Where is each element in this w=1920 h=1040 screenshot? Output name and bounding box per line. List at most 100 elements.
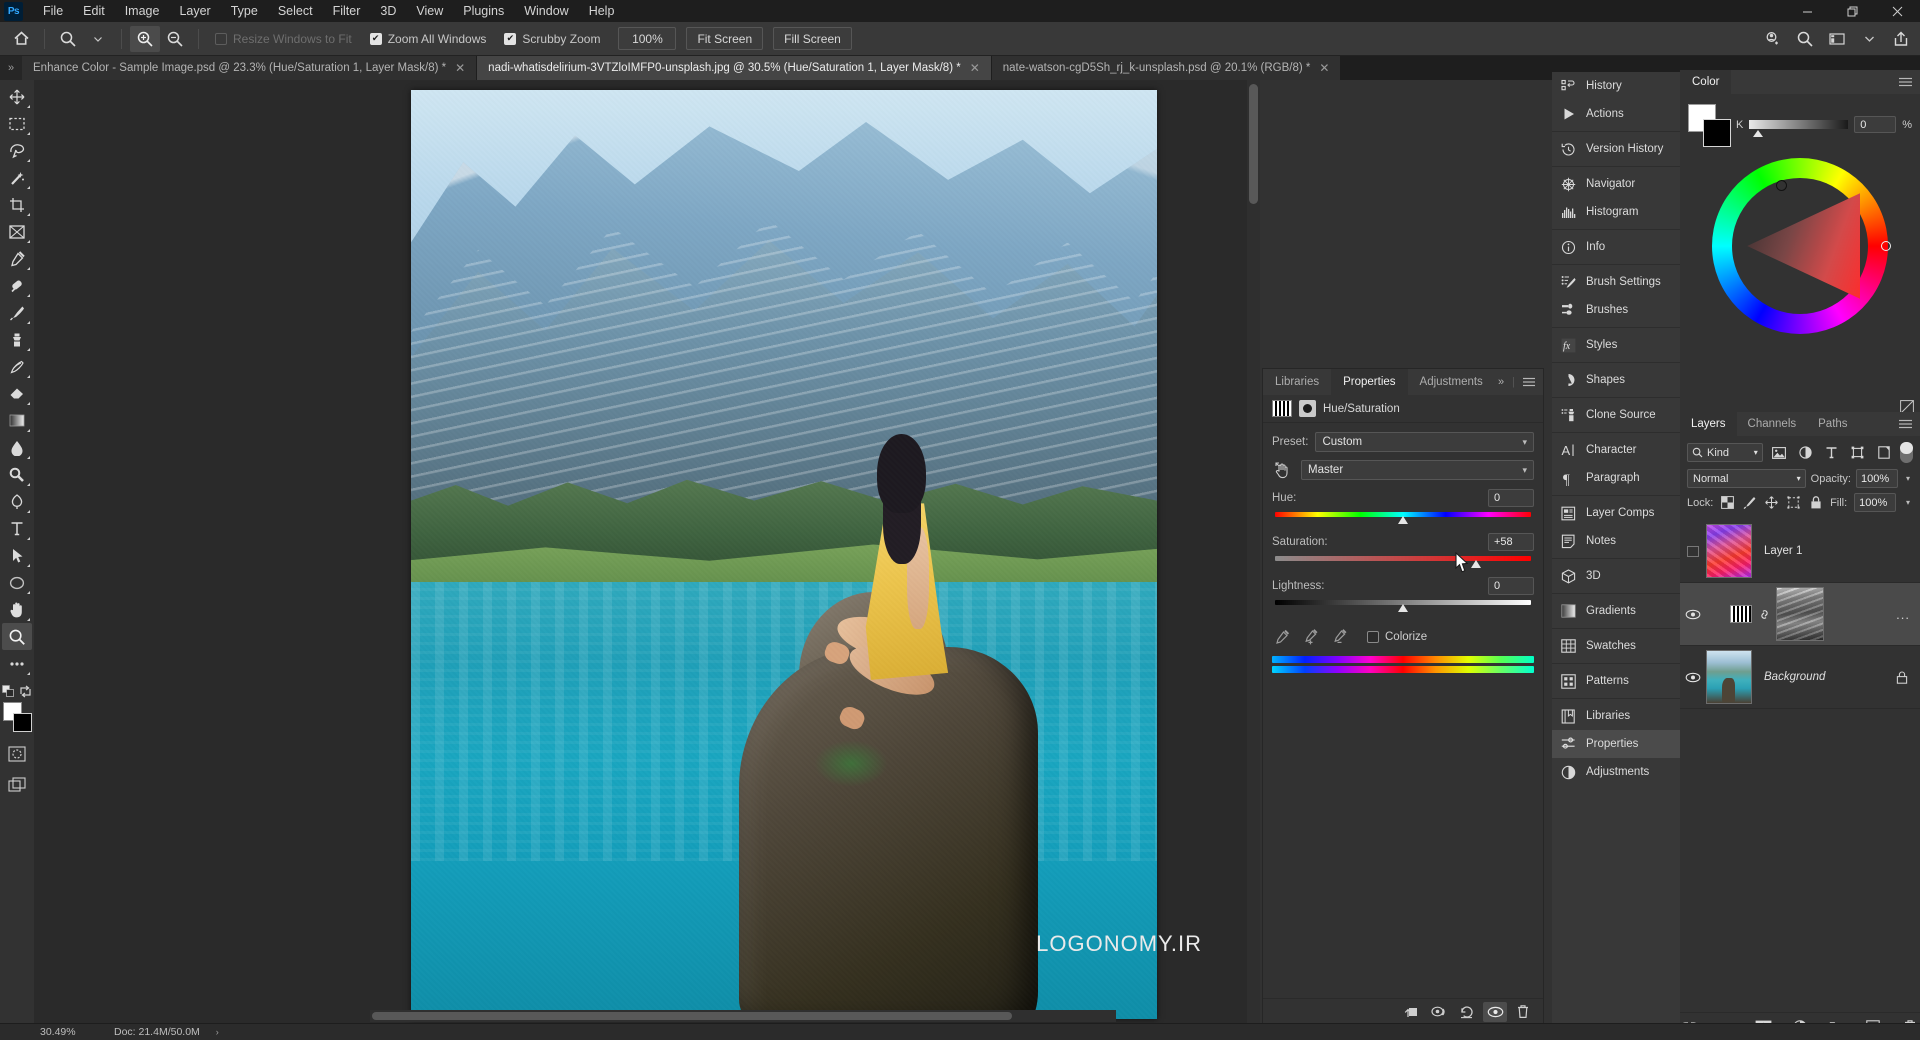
dock-item-shapes[interactable]: Shapes [1552, 366, 1680, 394]
filter-adjustment-icon[interactable] [1795, 443, 1815, 462]
dock-item-history[interactable]: History [1552, 72, 1680, 100]
tab-paths[interactable]: Paths [1807, 412, 1858, 436]
move-tool[interactable] [2, 83, 32, 110]
hue-spectrum-bottom[interactable] [1272, 666, 1534, 673]
frame-tool[interactable] [2, 218, 32, 245]
brush-tool[interactable] [2, 299, 32, 326]
home-icon[interactable] [6, 26, 36, 52]
tab-properties[interactable]: Properties [1331, 369, 1408, 395]
blur-tool[interactable] [2, 434, 32, 461]
scrubby-zoom-checkbox[interactable]: ✔ Scrubby Zoom [504, 32, 600, 46]
zoom-all-windows-checkbox[interactable]: ✔ Zoom All Windows [369, 32, 486, 46]
dock-item-paragraph[interactable]: ¶ Paragraph [1552, 464, 1680, 492]
k-value-input[interactable]: 0 [1854, 116, 1897, 133]
menu-layer[interactable]: Layer [169, 2, 220, 20]
panel-menu-icon[interactable] [1899, 412, 1920, 436]
zoom-level[interactable]: 30.49% [0, 1026, 76, 1038]
tab-adjustments[interactable]: Adjustments [1408, 369, 1495, 395]
dock-item-adjustments[interactable]: Adjustments [1552, 758, 1680, 786]
dodge-tool[interactable] [2, 461, 32, 488]
hue-slider[interactable] [1272, 509, 1534, 525]
toggle-visibility-icon[interactable] [1483, 1001, 1507, 1022]
saturation-value-input[interactable]: +58 [1488, 533, 1534, 551]
fit-screen-button[interactable]: Fit Screen [686, 27, 764, 50]
adjustment-layer-thumbnail[interactable] [1730, 605, 1752, 623]
layer-overflow-icon[interactable]: ... [1896, 607, 1910, 622]
blend-mode-select[interactable]: Normal ▾ [1687, 469, 1806, 488]
share-icon[interactable] [1886, 26, 1916, 52]
dock-item-character[interactable]: A Character [1552, 436, 1680, 464]
more-tools[interactable] [2, 650, 32, 677]
document-tab-1[interactable]: Enhance Color - Sample Image.psd @ 23.3%… [22, 56, 478, 80]
close-icon[interactable] [1875, 0, 1920, 22]
color-panel-swatches[interactable] [1688, 104, 1731, 147]
eyedropper-icon[interactable] [1272, 627, 1292, 647]
link-mask-icon[interactable] [1757, 608, 1771, 621]
menu-window[interactable]: Window [514, 2, 578, 20]
lightness-value-input[interactable]: 0 [1488, 577, 1534, 595]
close-icon[interactable]: ✕ [970, 62, 980, 74]
lasso-tool[interactable] [2, 137, 32, 164]
chevron-down-icon[interactable]: ▾ [1903, 498, 1913, 507]
menu-3d[interactable]: 3D [370, 2, 406, 20]
clip-to-layer-icon[interactable] [1399, 1002, 1423, 1022]
eyedropper-tool[interactable] [2, 245, 32, 272]
fill-screen-button[interactable]: Fill Screen [773, 27, 852, 50]
scrollbar-thumb[interactable] [1249, 84, 1258, 204]
close-icon[interactable]: ✕ [455, 62, 465, 74]
dock-item-histogram[interactable]: Histogram [1552, 198, 1680, 226]
menu-help[interactable]: Help [579, 2, 625, 20]
opacity-input[interactable]: 100% [1856, 469, 1898, 488]
color-wheel-marker-inner[interactable] [1776, 180, 1787, 191]
menu-view[interactable]: View [406, 2, 453, 20]
background-color-swatch[interactable] [13, 713, 32, 732]
dock-item-3d[interactable]: 3D [1552, 562, 1680, 590]
filter-shape-icon[interactable] [1848, 443, 1868, 462]
dock-item-brushes[interactable]: Brushes [1552, 296, 1680, 324]
search-icon[interactable] [1790, 26, 1820, 52]
lightness-slider[interactable] [1272, 597, 1534, 613]
dock-item-properties[interactable]: Properties [1552, 730, 1680, 758]
swap-colors-icon[interactable] [19, 685, 32, 698]
layer-thumbnail[interactable] [1706, 650, 1752, 704]
eraser-tool[interactable] [2, 380, 32, 407]
dock-item-navigator[interactable]: Navigator [1552, 170, 1680, 198]
menu-select[interactable]: Select [268, 2, 323, 20]
document-tab-2[interactable]: nadi-whatisdelirium-3VTZloIMFP0-unsplash… [477, 56, 992, 80]
dock-item-layer-comps[interactable]: Layer Comps [1552, 499, 1680, 527]
tab-channels[interactable]: Channels [1737, 412, 1808, 436]
lock-image-pixels-icon[interactable] [1742, 495, 1757, 510]
document-tab-3[interactable]: nate-watson-cgD5Sh_rj_k-unsplash.psd @ 2… [991, 56, 1342, 80]
saturation-slider-knob[interactable] [1471, 560, 1482, 568]
menu-type[interactable]: Type [221, 2, 268, 20]
canvas-vertical-scrollbar[interactable] [1247, 80, 1260, 1025]
chevron-down-icon[interactable] [1854, 26, 1884, 52]
history-brush-tool[interactable] [2, 353, 32, 380]
default-colors-icon[interactable] [2, 685, 15, 698]
tab-color[interactable]: Color [1680, 70, 1732, 94]
hue-value-input[interactable]: 0 [1488, 489, 1534, 507]
filter-smart-object-icon[interactable] [1874, 443, 1894, 462]
layer-name[interactable]: Background [1764, 671, 1825, 683]
crop-tool[interactable] [2, 191, 32, 218]
clone-stamp-tool[interactable] [2, 326, 32, 353]
panel-overflow-chevron[interactable]: » [1498, 376, 1504, 388]
layer-visibility-toggle[interactable] [1680, 609, 1706, 620]
panel-menu-icon[interactable] [1899, 70, 1920, 94]
dock-item-swatches[interactable]: Swatches [1552, 632, 1680, 660]
hand-tool[interactable] [2, 596, 32, 623]
dock-item-info[interactable]: Info [1552, 233, 1680, 261]
quick-mask-icon[interactable] [2, 740, 32, 767]
canvas-horizontal-scrollbar[interactable] [370, 1010, 1116, 1022]
panel-menu-icon[interactable] [1523, 377, 1535, 387]
k-slider-track[interactable] [1749, 120, 1849, 137]
lock-artboard-icon[interactable] [1786, 495, 1801, 510]
background-color-swatch[interactable] [1703, 119, 1731, 147]
preset-select[interactable]: Custom ▾ [1315, 432, 1534, 452]
dock-item-brush-settings[interactable]: Brush Settings [1552, 268, 1680, 296]
workspace-icon[interactable] [1822, 26, 1852, 52]
layer-thumbnail[interactable] [1706, 524, 1752, 578]
dock-item-libraries[interactable]: Libraries [1552, 702, 1680, 730]
healing-brush-tool[interactable] [2, 272, 32, 299]
filter-toggle[interactable] [1900, 442, 1914, 463]
